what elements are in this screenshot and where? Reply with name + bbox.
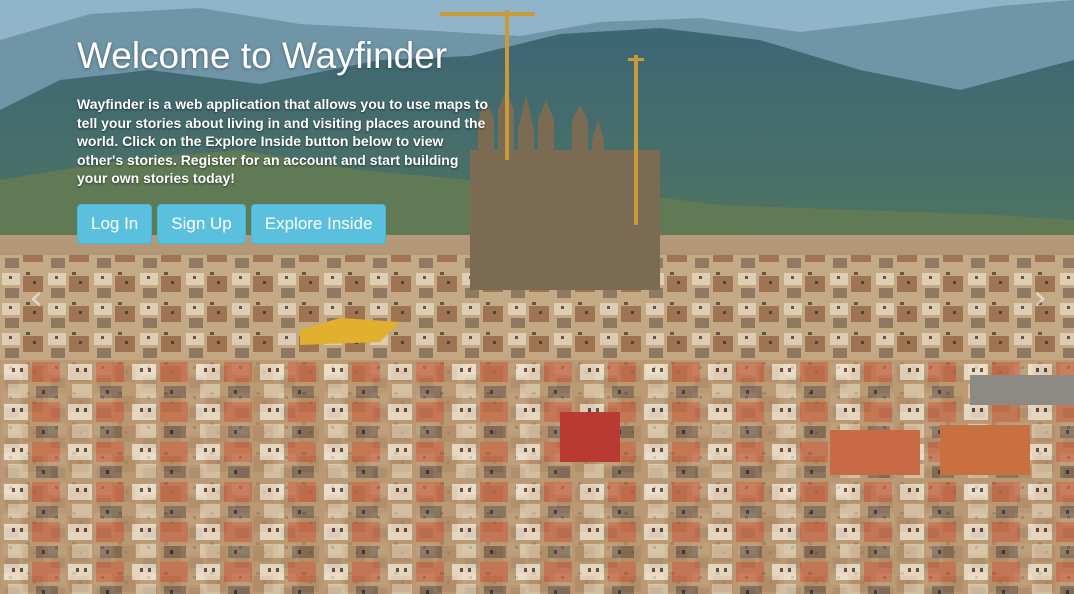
- hero-content: Welcome to Wayfinder Wayfinder is a web …: [77, 30, 497, 244]
- signup-button[interactable]: Sign Up: [157, 203, 246, 244]
- page-title: Welcome to Wayfinder: [77, 35, 448, 76]
- login-button[interactable]: Log In: [77, 203, 153, 244]
- hero-banner: ‹ › Welcome to Wayfinder Wayfinder is a …: [0, 0, 1074, 594]
- action-buttons: Log In Sign Up Explore Inside: [77, 203, 497, 244]
- carousel-prev-icon[interactable]: ‹: [24, 278, 48, 318]
- explore-inside-button[interactable]: Explore Inside: [250, 203, 387, 244]
- carousel-next-icon[interactable]: ›: [1028, 278, 1052, 318]
- intro-paragraph: Wayfinder is a web application that allo…: [77, 96, 488, 186]
